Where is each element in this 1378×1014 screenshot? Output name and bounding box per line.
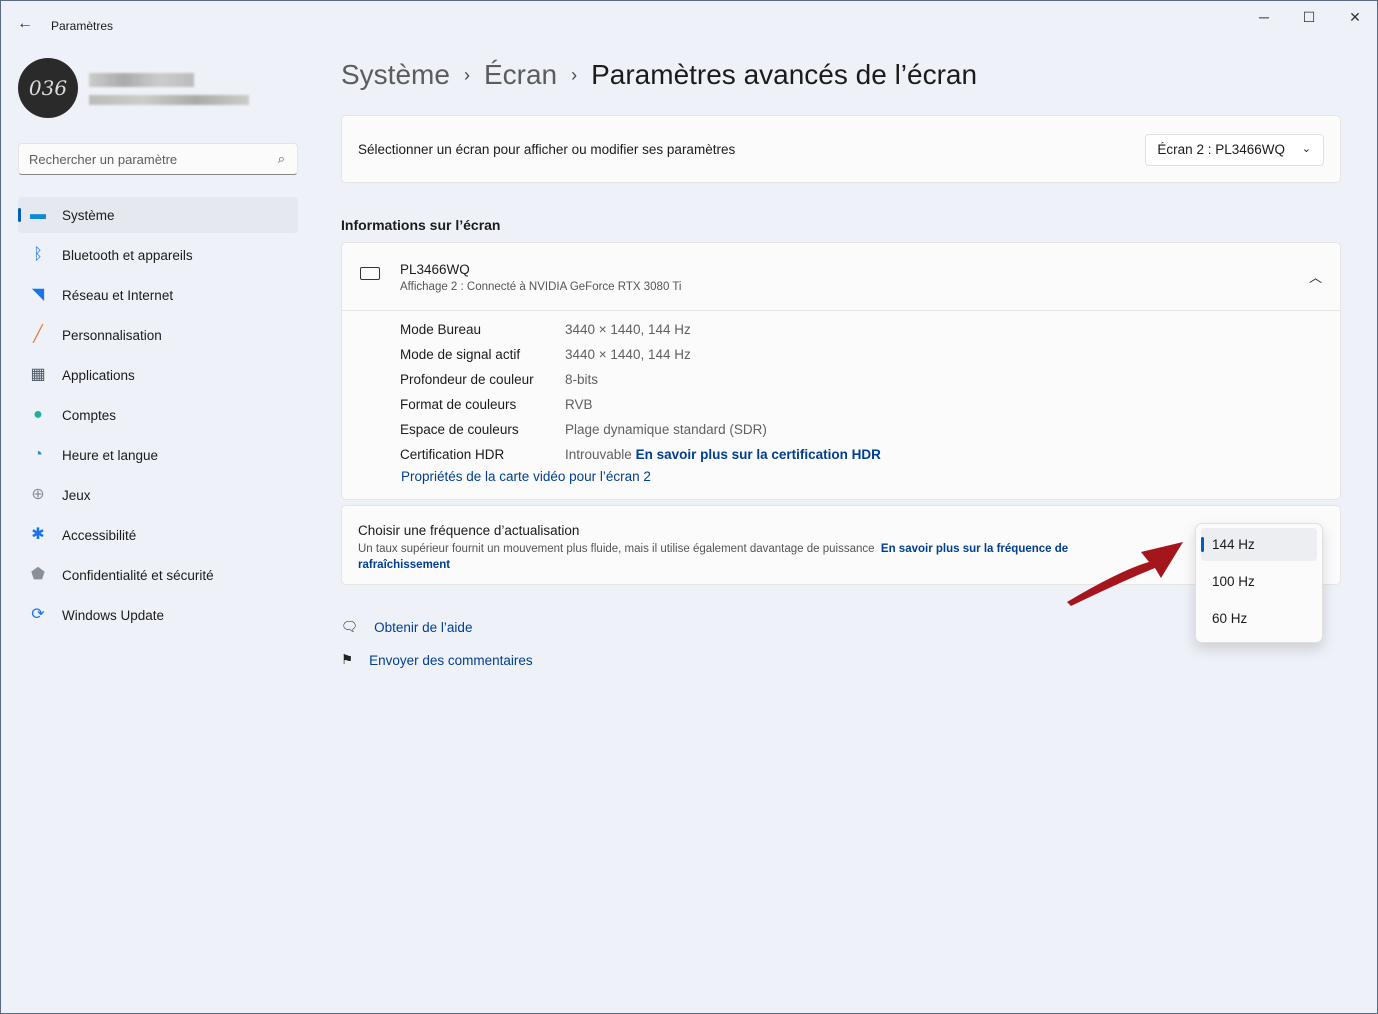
chevron-down-icon: ⌄: [1301, 143, 1311, 155]
gamepad-icon: ⊕: [31, 486, 45, 503]
info-key: Certification HDR: [400, 447, 505, 462]
info-row: Mode Bureau 3440 × 1440, 144 Hz: [400, 317, 1340, 342]
sidebar-item-wifi[interactable]: ◥ Réseau et Internet: [18, 277, 298, 313]
breadcrumb: Système › Écran › Paramètres avancés de …: [341, 59, 977, 91]
refresh-title: Choisir une fréquence d’actualisation: [358, 523, 580, 538]
search-placeholder: Rechercher un paramètre: [29, 152, 178, 167]
sidebar-item-shield[interactable]: ⬟ Confidentialité et sécurité: [18, 557, 298, 593]
brush-icon: ╱: [33, 326, 43, 343]
refresh-rate-card: Choisir une fréquence d’actualisation Un…: [341, 505, 1341, 585]
close-button[interactable]: ✕: [1340, 9, 1370, 29]
breadcrumb-display[interactable]: Écran: [484, 59, 557, 91]
display-info-rows: Mode Bureau 3440 × 1440, 144 Hz Mode de si…: [342, 311, 1340, 467]
sidebar-item-label: Bluetooth et appareils: [62, 247, 193, 263]
sidebar-item-gamepad[interactable]: ⊕ Jeux: [18, 477, 298, 513]
sidebar-item-label: Comptes: [62, 407, 117, 423]
bluetooth-icon: ᛒ: [33, 246, 43, 263]
display-info-header[interactable]: PL3466WQ Affichage 2 : Connecté à NVIDIA…: [342, 243, 1340, 311]
blurred-email: [89, 95, 249, 105]
info-key: Mode Bureau: [400, 322, 482, 337]
refresh-desc: Un taux supérieur fournit un mouvement p…: [358, 541, 1118, 573]
info-value: 3440 × 1440, 144 Hz: [565, 347, 691, 362]
sidebar-item-label: Jeux: [62, 487, 91, 503]
sidebar-nav: ▬ Système ᛒ Bluetooth et appareils ◥ Réseau e…: [18, 197, 298, 637]
adapter-properties-link[interactable]: Propriétés de la carte vidéo pour l’écra…: [401, 469, 651, 484]
apps-icon: ▦: [30, 366, 46, 383]
avatar[interactable]: 036: [18, 58, 78, 118]
help-link-text[interactable]: Obtenir de l’aide: [374, 620, 472, 635]
account-icon: ●: [33, 406, 43, 423]
display-dropdown[interactable]: Écran 2 : PL3466WQ ⌄: [1145, 134, 1324, 166]
info-row: Certification HDR Introuvable En savoir p…: [400, 442, 1340, 467]
search-icon: ⌕: [277, 151, 285, 166]
sidebar-item-clock-globe[interactable]: ◔ Heure et langue: [18, 437, 298, 473]
info-value: 3440 × 1440, 144 Hz: [565, 322, 691, 337]
info-row: Espace de couleurs Plage dynamique standa…: [400, 417, 1340, 442]
sidebar-item-bluetooth[interactable]: ᛒ Bluetooth et appareils: [18, 237, 298, 273]
refresh-option[interactable]: 144 Hz: [1201, 528, 1317, 561]
search-input[interactable]: Rechercher un paramètre ⌕: [18, 143, 298, 175]
breadcrumb-system[interactable]: Système: [341, 59, 450, 91]
blurred-username: [89, 73, 194, 87]
sidebar-item-label: Heure et langue: [62, 447, 159, 463]
display-select-card: Sélectionner un écran pour afficher ou m…: [341, 115, 1341, 183]
hdr-learn-more-link[interactable]: En savoir plus sur la certification HDR: [636, 447, 881, 462]
sidebar-item-brush[interactable]: ╱ Personnalisation: [18, 317, 298, 353]
sidebar-item-label: Personnalisation: [62, 327, 162, 343]
feedback-icon: ⚑: [341, 652, 354, 667]
refresh-rate-dropdown-menu: 144 Hz 100 Hz 60 Hz: [1195, 523, 1323, 643]
clock-globe-icon: ◔: [33, 446, 43, 463]
minimize-button[interactable]: ─: [1249, 9, 1279, 29]
wifi-icon: ◥: [31, 286, 45, 303]
feedback-link-text[interactable]: Envoyer des commentaires: [369, 653, 533, 668]
display-info-card: PL3466WQ Affichage 2 : Connecté à NVIDIA…: [341, 242, 1341, 500]
update-icon: ⟳: [31, 606, 45, 623]
refresh-desc-text: Un taux supérieur fournit un mouvement p…: [358, 543, 875, 555]
info-row: Profondeur de couleur 8-bits: [400, 367, 1340, 392]
shield-icon: ⬟: [31, 566, 45, 583]
info-value: 8-bits: [565, 372, 599, 387]
help-icon: 🗨: [341, 619, 359, 634]
sidebar-item-apps[interactable]: ▦ Applications: [18, 357, 298, 393]
page-title: Paramètres avancés de l’écran: [591, 59, 978, 90]
display-select-label: Sélectionner un écran pour afficher ou m…: [358, 142, 736, 157]
info-row: Mode de signal actif 3440 × 1440, 144 Hz: [400, 342, 1340, 367]
sidebar-item-accessibility[interactable]: ✱ Accessibilité: [18, 517, 298, 553]
chevron-right-icon: ›: [571, 64, 578, 85]
sidebar-item-account[interactable]: ● Comptes: [18, 397, 298, 433]
sidebar-item-label: Windows Update: [62, 607, 165, 623]
info-key: Format de couleurs: [400, 397, 517, 412]
info-key: Espace de couleurs: [400, 422, 519, 437]
info-row: Format de couleurs RVB: [400, 392, 1340, 417]
sidebar-item-label: Réseau et Internet: [62, 287, 174, 303]
refresh-option[interactable]: 100 Hz: [1201, 565, 1317, 598]
accessibility-icon: ✱: [31, 526, 45, 543]
info-value: Introuvable: [565, 447, 632, 462]
info-key: Profondeur de couleur: [400, 372, 534, 387]
section-title: Informations sur l’écran: [341, 217, 501, 233]
sidebar-item-label: Système: [62, 207, 115, 223]
info-value: RVB: [565, 397, 593, 412]
red-arrow-annotation: [1067, 542, 1183, 606]
feedback-link[interactable]: ⚑ Envoyer des commentaires: [341, 652, 533, 668]
sidebar-item-monitor[interactable]: ▬ Système: [18, 197, 298, 233]
chevron-right-icon: ›: [463, 64, 470, 85]
sidebar-item-label: Accessibilité: [62, 527, 137, 543]
display-name: PL3466WQ: [400, 262, 470, 277]
help-link[interactable]: 🗨 Obtenir de l’aide: [341, 619, 472, 635]
sidebar-item-label: Confidentialité et sécurité: [62, 567, 214, 583]
monitor-icon: ▬: [30, 206, 46, 223]
info-value: Plage dynamique standard (SDR): [565, 422, 767, 437]
window-title: Paramètres: [51, 19, 114, 33]
sidebar-item-label: Applications: [62, 367, 135, 383]
back-button[interactable]: ←: [17, 15, 33, 33]
sidebar-item-update[interactable]: ⟳ Windows Update: [18, 597, 298, 633]
monitor-icon: [360, 267, 380, 280]
chevron-up-icon[interactable]: ︿: [1309, 267, 1322, 286]
maximize-button[interactable]: ☐: [1294, 9, 1324, 29]
info-key: Mode de signal actif: [400, 347, 521, 362]
display-dropdown-value: Écran 2 : PL3466WQ: [1157, 142, 1285, 157]
refresh-option[interactable]: 60 Hz: [1201, 602, 1317, 635]
display-subtitle: Affichage 2 : Connecté à NVIDIA GeForce …: [400, 281, 682, 293]
